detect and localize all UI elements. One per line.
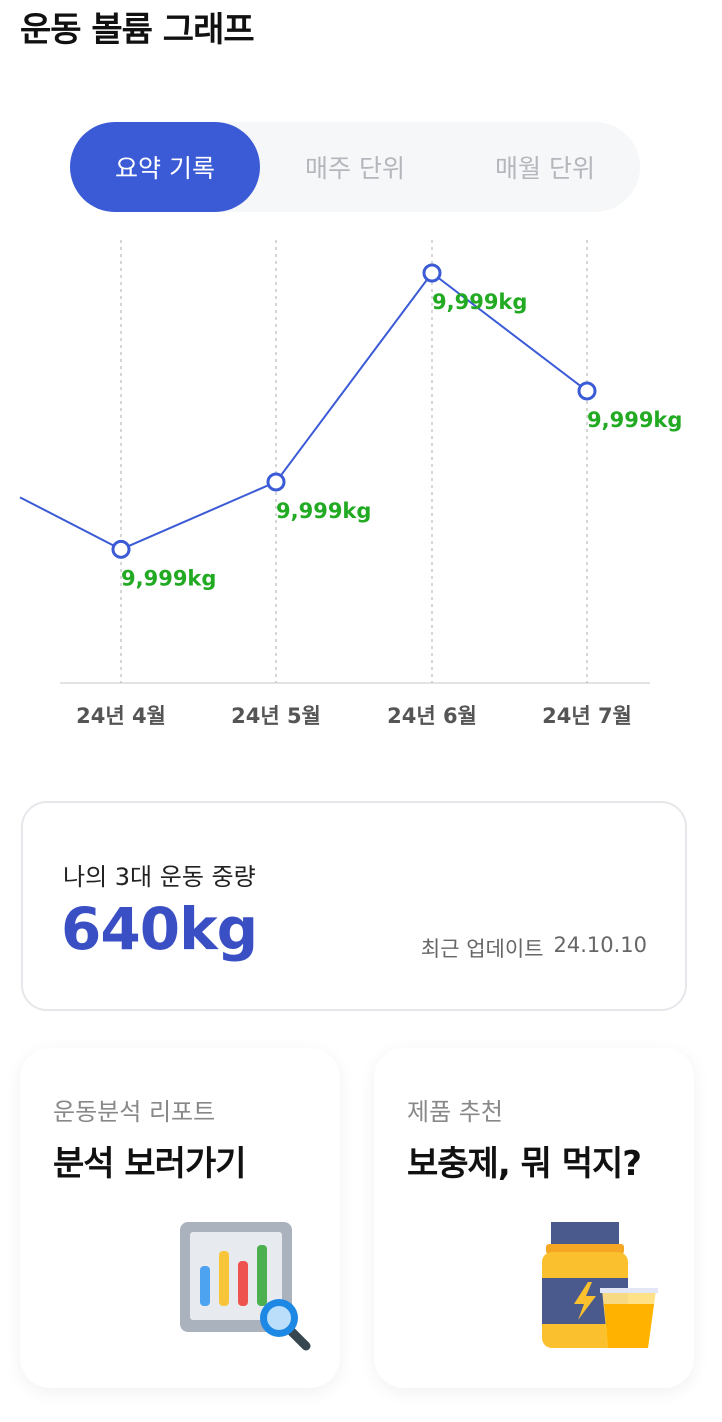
data-point[interactable] bbox=[422, 263, 442, 283]
data-label: 9,999kg bbox=[432, 290, 527, 314]
data-point[interactable] bbox=[266, 472, 286, 492]
data-label: 9,999kg bbox=[276, 499, 371, 523]
tile-subtitle: 제품 추천 bbox=[407, 1098, 503, 1126]
tile-subtitle: 운동분석 리포트 bbox=[53, 1098, 216, 1126]
tab-monthly[interactable]: 매월 단위 bbox=[450, 122, 640, 212]
tile-title: 보충제, 뭐 먹지? bbox=[407, 1144, 642, 1184]
x-tick-label: 24년 4월 bbox=[76, 704, 166, 728]
data-point[interactable] bbox=[577, 381, 597, 401]
page-title: 운동 볼륨 그래프 bbox=[20, 10, 255, 50]
supplement-recommend-tile[interactable]: 제품 추천 보충제, 뭐 먹지? bbox=[374, 1048, 694, 1388]
period-tabs: 요약 기록 매주 단위 매월 단위 bbox=[70, 122, 640, 212]
update-date: 24.10.10 bbox=[553, 933, 647, 957]
summary-value: 640kg bbox=[61, 895, 258, 963]
data-label: 9,999kg bbox=[587, 408, 682, 432]
tab-summary[interactable]: 요약 기록 bbox=[70, 122, 260, 212]
bar-chart-report-icon bbox=[180, 1222, 311, 1351]
data-point[interactable] bbox=[111, 539, 131, 559]
summary-label: 나의 3대 운동 중량 bbox=[63, 863, 256, 891]
analysis-report-tile[interactable]: 운동분석 리포트 분석 보러가기 bbox=[20, 1048, 340, 1388]
data-label: 9,999kg bbox=[121, 566, 216, 590]
x-tick-label: 24년 6월 bbox=[387, 704, 477, 728]
update-label: 최근 업데이트 bbox=[420, 937, 544, 961]
supplement-jar-icon bbox=[542, 1222, 658, 1348]
x-tick-label: 24년 7월 bbox=[542, 704, 632, 728]
weight-summary-card: 나의 3대 운동 중량 640kg 최근 업데이트 24.10.10 bbox=[21, 801, 687, 1011]
tile-title: 분석 보러가기 bbox=[53, 1144, 247, 1184]
volume-line-chart: 9,999kg 9,999kg 9,999kg 9,999kg 24년 4월 24년 5… bbox=[19, 240, 682, 728]
tab-weekly[interactable]: 매주 단위 bbox=[260, 122, 450, 212]
last-update: 최근 업데이트 24.10.10 bbox=[421, 933, 647, 963]
x-tick-label: 24년 5월 bbox=[231, 704, 321, 728]
